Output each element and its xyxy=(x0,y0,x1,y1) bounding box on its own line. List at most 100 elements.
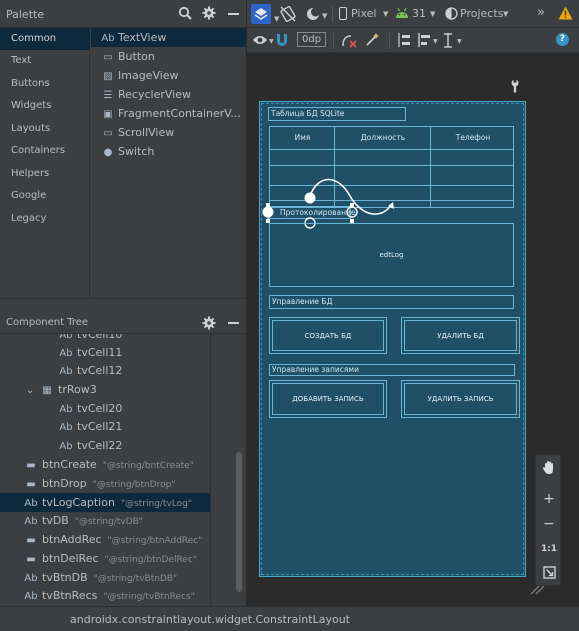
create-db-button[interactable]: СОЗДАТЬ БД xyxy=(269,317,387,354)
table-header-position[interactable]: Должность xyxy=(335,127,431,149)
tree-item-tvbtndb[interactable]: Ab tvBtnDB "@string/tvBtnDB" xyxy=(0,568,210,587)
create-db-button-label: СОЗДАТЬ БД xyxy=(272,320,384,351)
table-title-label[interactable]: Таблица БД SQLite xyxy=(268,107,406,121)
palette-item-fragmentcontainerview[interactable]: ▣ FragmentContainerV... xyxy=(91,104,246,123)
minimize-icon[interactable] xyxy=(228,13,239,15)
palette-item-label: Switch xyxy=(118,145,155,158)
pan-hand-icon[interactable] xyxy=(536,455,562,479)
palette-item-switch[interactable]: ● Switch xyxy=(91,142,246,161)
palette-item-recyclerview[interactable]: ☰ RecyclerView xyxy=(91,85,246,104)
palette-item-textview[interactable]: Ab TextView xyxy=(91,28,246,47)
palette-category-helpers[interactable]: Helpers xyxy=(0,163,90,185)
toolbar-separator xyxy=(332,6,333,22)
palette-category-text[interactable]: Text xyxy=(0,50,90,72)
tree-item-label: tvCell12 xyxy=(77,364,123,377)
help-icon[interactable]: ? xyxy=(556,33,569,46)
minimize-icon[interactable] xyxy=(228,322,239,324)
panel-splitter[interactable] xyxy=(0,298,246,312)
tree-item-tvcell22[interactable]: Ab tvCell22 xyxy=(0,436,210,455)
default-margin-field[interactable]: 0dp xyxy=(297,32,327,47)
tree-item-tvcell21[interactable]: Ab tvCell21 xyxy=(0,417,210,436)
drop-db-button[interactable]: УДАЛИТЬ БД xyxy=(401,317,520,354)
chevron-down-icon[interactable]: ▼ xyxy=(457,38,462,45)
tree-item-btndelrec[interactable]: ▬ btnDelRec "@string/btnDelRec" xyxy=(0,549,210,568)
theme-selector[interactable]: Projects xyxy=(460,7,503,20)
zoom-to-fit-icon[interactable] xyxy=(536,561,562,585)
chevron-down-icon[interactable]: ▼ xyxy=(383,10,388,18)
magic-wand-icon[interactable] xyxy=(365,32,380,50)
night-mode-icon[interactable] xyxy=(305,6,321,25)
chevron-down-icon[interactable]: ▼ xyxy=(503,10,508,18)
tablerow-icon: ▦ xyxy=(42,385,52,396)
palette-category-legacy[interactable]: Legacy xyxy=(0,208,90,230)
palette-item-scrollview[interactable]: ▭ ScrollView xyxy=(91,123,246,142)
tree-item-btncreate[interactable]: ▬ btnCreate "@string/bntCreate" xyxy=(0,455,210,474)
palette-category-common[interactable]: Common xyxy=(0,28,90,50)
android-icon xyxy=(395,7,409,22)
list-icon: ☰ xyxy=(103,90,113,101)
palette-item-imageview[interactable]: ▨ ImageView xyxy=(91,66,246,85)
tree-item-label: tvCell21 xyxy=(77,420,123,433)
palette-category-layouts[interactable]: Layouts xyxy=(0,118,90,140)
tree-item-tvdb[interactable]: Ab tvDB "@string/tvDB" xyxy=(0,511,210,530)
align-icon[interactable] xyxy=(417,32,433,51)
chevron-down-icon[interactable]: ▼ xyxy=(322,12,327,20)
chevron-down-icon[interactable]: ▼ xyxy=(433,38,438,45)
chevron-down-icon[interactable]: ▼ xyxy=(269,38,274,45)
chevron-down-icon[interactable]: ⌄ xyxy=(26,381,40,400)
zoom-in-button[interactable]: + xyxy=(536,487,562,511)
pack-icon[interactable] xyxy=(396,32,412,51)
palette-category-buttons[interactable]: Buttons xyxy=(0,73,90,95)
records-section-label[interactable]: Управление записями xyxy=(269,364,515,376)
db-section-label[interactable]: Управление БД xyxy=(269,295,514,309)
tree-item-btndrop[interactable]: ▬ btnDrop "@string/btnDrop" xyxy=(0,474,210,493)
tree-scrollbar[interactable] xyxy=(236,452,242,592)
tree-item-ref: "@string/tvBtnRecs" xyxy=(103,592,195,602)
guidelines-icon[interactable] xyxy=(440,32,456,51)
table-header-name[interactable]: Имя xyxy=(270,127,335,149)
tree-item-tvcell20[interactable]: Ab tvCell20 xyxy=(0,399,210,418)
blueprint-screen[interactable]: Таблица БД SQLite Имя Должность Телефон … xyxy=(259,101,526,577)
warning-icon[interactable] xyxy=(558,6,573,23)
palette-item-button[interactable]: ▭ Button xyxy=(91,47,246,66)
add-record-button[interactable]: ДОБАВИТЬ ЗАПИСЬ xyxy=(269,380,387,418)
tree-item-btnaddrec[interactable]: ▬ btnAddRec "@string/btnAddRec" xyxy=(0,530,210,549)
tree-item-trrow3[interactable]: ⌄ ▦ trRow3 xyxy=(0,380,210,399)
tree-item-tvlogcaption[interactable]: Ab tvLogCaption "@string/tvLog" xyxy=(0,493,210,512)
search-icon[interactable] xyxy=(178,6,192,23)
palette-category-widgets[interactable]: Widgets xyxy=(0,95,90,117)
device-selector[interactable]: Pixel xyxy=(351,7,376,20)
gear-icon[interactable] xyxy=(202,6,216,23)
delete-record-button[interactable]: УДАЛИТЬ ЗАПИСЬ xyxy=(401,380,520,418)
layout-class-path[interactable]: androidx.constraintlayout.widget.Constra… xyxy=(70,613,350,626)
rotate-icon[interactable] xyxy=(279,5,297,26)
tree-item-tvbtnrecs[interactable]: Ab tvBtnRecs "@string/tvBtnRecs" xyxy=(0,586,210,605)
wrench-icon[interactable] xyxy=(509,79,521,96)
table-header-phone[interactable]: Телефон xyxy=(431,127,515,149)
tree-item-label: btnCreate xyxy=(42,458,97,471)
clear-constraints-icon[interactable] xyxy=(341,33,357,51)
tree-item-label: tvBtnRecs xyxy=(42,589,98,602)
tree-item-tvcell12[interactable]: Ab tvCell12 xyxy=(0,361,210,380)
api-level-selector[interactable]: 31 xyxy=(412,7,426,20)
palette-categories: Common Text Buttons Widgets Layouts Cont… xyxy=(0,28,90,298)
chevron-down-icon[interactable]: ▼ xyxy=(430,10,435,18)
tree-item-label: tvCell11 xyxy=(77,346,123,359)
tree-item-ref: "@string/tvLog" xyxy=(120,499,193,509)
gear-icon[interactable] xyxy=(202,316,216,333)
log-edit-field[interactable]: edtLog xyxy=(269,223,514,287)
palette-category-containers[interactable]: Containers xyxy=(0,140,90,162)
switch-icon: ● xyxy=(103,147,113,158)
zoom-actual-size-button[interactable]: 1:1 xyxy=(536,537,562,561)
more-actions-button[interactable]: » xyxy=(537,5,545,20)
fragment-icon: ▣ xyxy=(103,109,113,120)
button-icon: ▬ xyxy=(26,479,36,490)
layers-icon[interactable] xyxy=(251,4,271,24)
tree-item-tvcell11[interactable]: Ab tvCell11 xyxy=(0,343,210,362)
zoom-out-button[interactable]: − xyxy=(536,512,562,536)
tree-item-ref: "@string/btnDelRec" xyxy=(104,555,197,565)
palette-category-google[interactable]: Google xyxy=(0,185,90,207)
toolbar-separator xyxy=(389,33,390,49)
eye-icon[interactable] xyxy=(252,34,268,49)
magnet-icon[interactable] xyxy=(275,33,289,50)
